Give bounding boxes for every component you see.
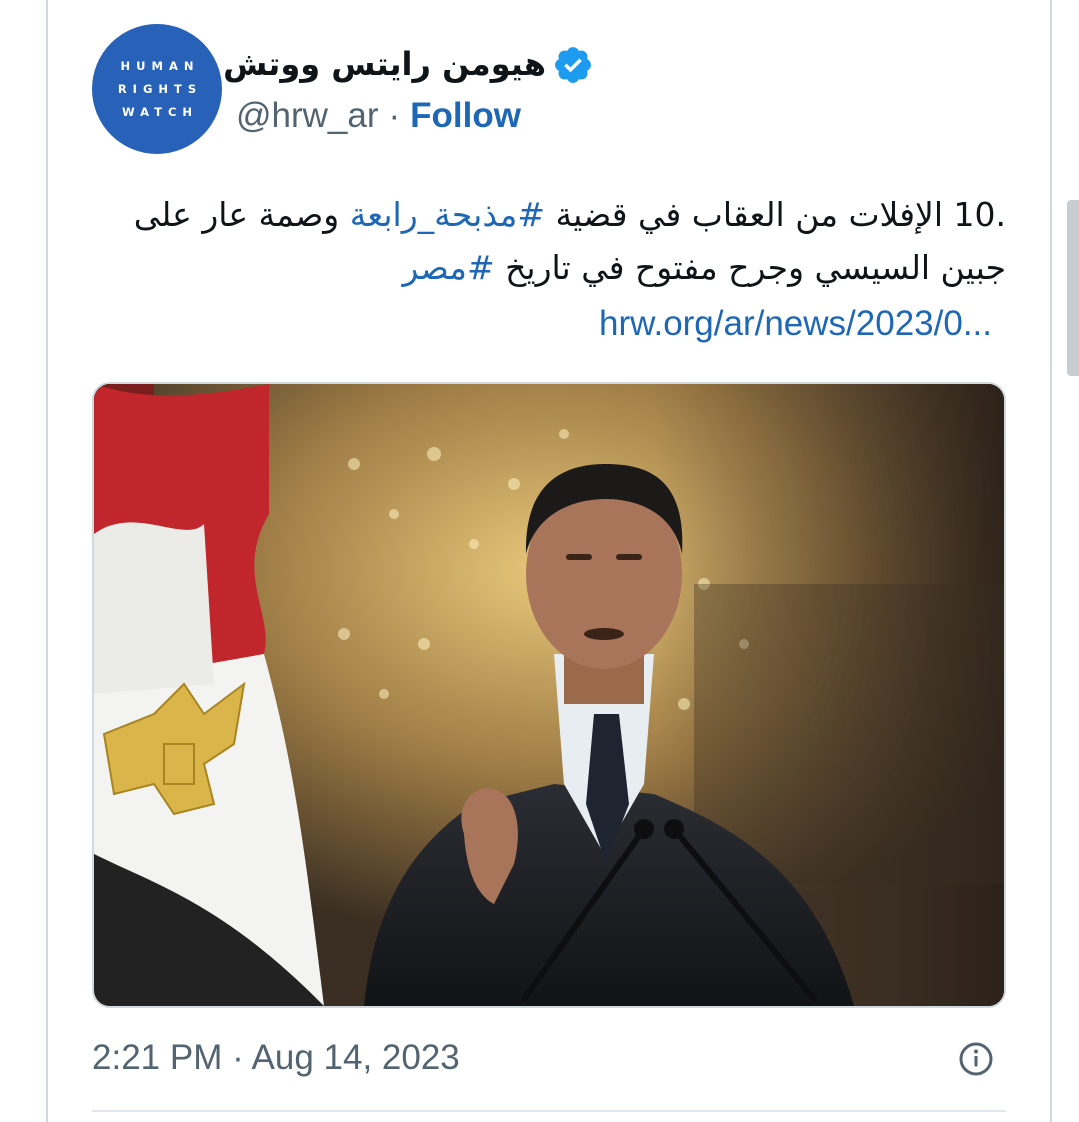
info-icon[interactable]: [958, 1041, 994, 1077]
tweet-photo[interactable]: [92, 382, 1006, 1008]
author-display-name[interactable]: هيومن رايتس ووتش: [223, 40, 546, 88]
tweet-number: 10.: [953, 195, 1006, 234]
author-handle-row: @hrw_ar · Follow: [236, 94, 521, 138]
author-handle[interactable]: @hrw_ar: [236, 96, 379, 136]
hashtag-egypt[interactable]: #مصر: [402, 248, 494, 287]
tweet-timestamp[interactable]: 2:21 PM · Aug 14, 2023: [92, 1034, 460, 1082]
speaker-photo: [94, 384, 1004, 1006]
separator-dot: ·: [388, 96, 401, 135]
avatar-line-3: WATCH: [121, 104, 199, 119]
bottom-divider: [92, 1110, 1006, 1112]
hashtag-rabaa[interactable]: #مذبحة_رابعة: [350, 195, 545, 234]
scrollbar-thumb[interactable]: [1067, 200, 1079, 376]
author-avatar[interactable]: HUMAN RIGHTS WATCH: [92, 24, 222, 154]
avatar-line-2: RIGHTS: [117, 81, 203, 96]
article-link[interactable]: hrw.org/ar/news/2023/0...: [100, 300, 992, 348]
verified-badge-icon: [555, 47, 591, 83]
avatar-line-1: HUMAN: [120, 58, 200, 73]
tweet-text: 10. الإفلات من العقاب في قضية #مذبحة_راب…: [100, 188, 1006, 294]
tweet-text-part1: الإفلات من العقاب في قضية: [544, 195, 954, 234]
follow-button[interactable]: Follow: [410, 96, 521, 136]
